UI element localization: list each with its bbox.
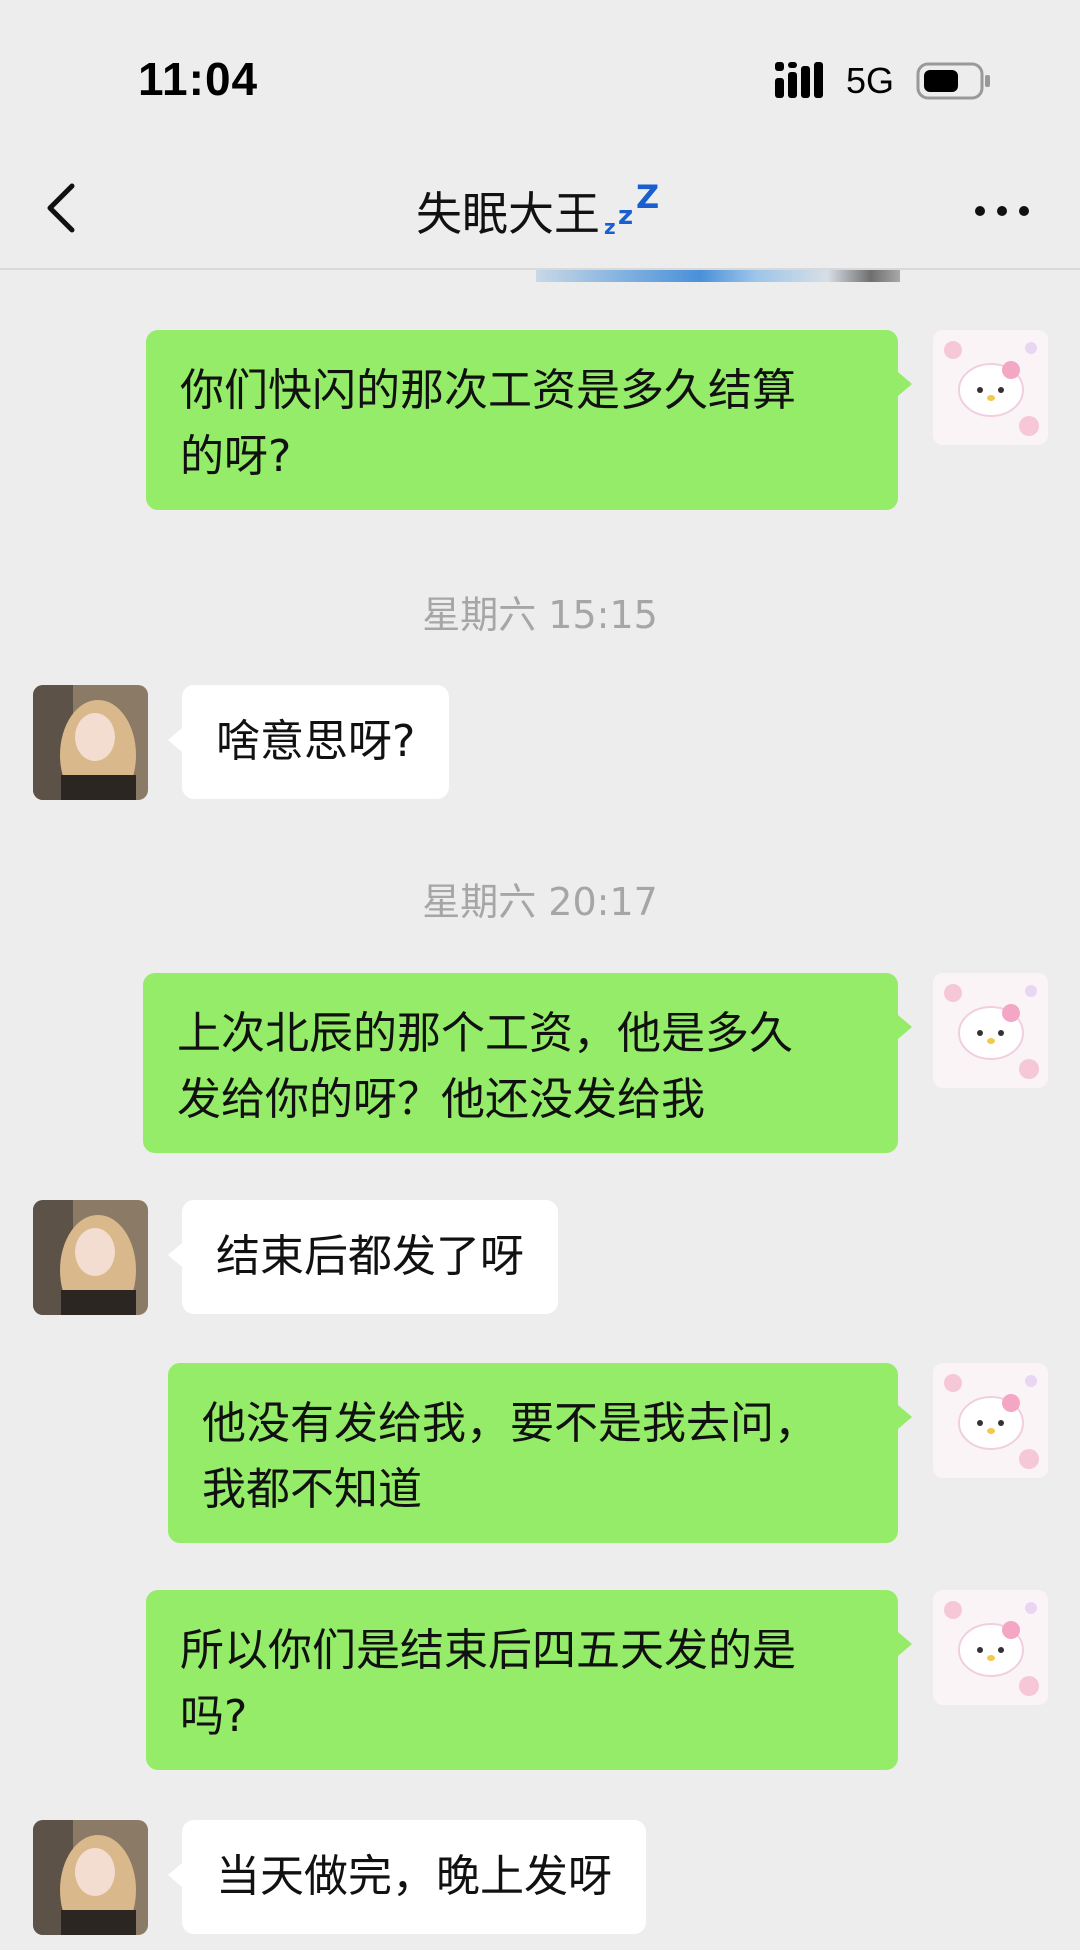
bubble-tail (168, 1243, 182, 1267)
message-bubble-self[interactable]: 所以你们是结束后四五天发的是 吗? (146, 1590, 898, 1770)
message-bubble-other[interactable]: 结束后都发了呀 (182, 1200, 558, 1314)
bubble-tail (898, 1015, 912, 1039)
message-bubble-self[interactable]: 上次北辰的那个工资，他是多久 发给你的呀？他还没发给我 (143, 973, 898, 1153)
chat-header: 失眠大王 z z Z (0, 140, 1080, 270)
message-line: 所以你们是结束后四五天发的是 (180, 1625, 796, 1676)
contact-avatar[interactable] (33, 1200, 148, 1315)
message-bubble-other[interactable]: 啥意思呀? (182, 685, 450, 799)
chat-timestamp: 星期六 20:17 (422, 880, 658, 924)
network-type: 5G (846, 60, 895, 101)
message-line: 当天做完，晚上发呀 (216, 1851, 612, 1902)
message-bubble-self[interactable]: 你们快闪的那次工资是多久结算 的呀? (146, 330, 898, 510)
message-line: 的呀? (180, 431, 292, 482)
contact-avatar[interactable] (33, 1820, 148, 1935)
self-avatar[interactable] (933, 330, 1048, 445)
self-avatar[interactable] (933, 973, 1048, 1088)
self-avatar[interactable] (933, 1590, 1048, 1705)
self-avatar[interactable] (933, 1363, 1048, 1478)
battery-icon (916, 62, 990, 100)
message-line: 吗? (180, 1691, 248, 1742)
chat-timestamp: 星期六 15:15 (422, 593, 658, 637)
partial-image-message[interactable] (536, 270, 900, 282)
message-line: 啥意思呀? (216, 716, 416, 767)
bubble-tail (168, 1863, 182, 1887)
svg-text:z: z (618, 201, 633, 231)
bubble-tail (898, 372, 912, 396)
message-line: 上次北辰的那个工资，他是多久 (177, 1008, 793, 1059)
message-line: 他没有发给我，要不是我去问， (202, 1398, 818, 1449)
svg-text:z: z (604, 215, 616, 236)
more-dots-icon[interactable] (972, 196, 1032, 226)
message-bubble-self[interactable]: 他没有发给我，要不是我去问， 我都不知道 (168, 1363, 898, 1543)
message-line: 发给你的呀？他还没发给我 (177, 1074, 705, 1125)
bubble-tail (168, 728, 182, 752)
status-bar: 11:04 5G (0, 0, 1080, 140)
status-time: 11:04 (138, 53, 259, 105)
message-line: 我都不知道 (202, 1464, 422, 1515)
message-line: 结束后都发了呀 (216, 1231, 524, 1282)
sleeping-zzz-icon: z z Z (604, 180, 659, 236)
bubble-tail (898, 1405, 912, 1429)
svg-text:Z: Z (636, 180, 659, 216)
contact-avatar[interactable] (33, 685, 148, 800)
signal-bars-icon (775, 62, 823, 98)
chat-title-text: 失眠大王 (416, 187, 600, 241)
message-line: 你们快闪的那次工资是多久结算 (180, 365, 796, 416)
chat-title: 失眠大王 z z Z (0, 178, 1080, 244)
bubble-tail (898, 1632, 912, 1656)
message-bubble-other[interactable]: 当天做完，晚上发呀 (182, 1820, 646, 1934)
